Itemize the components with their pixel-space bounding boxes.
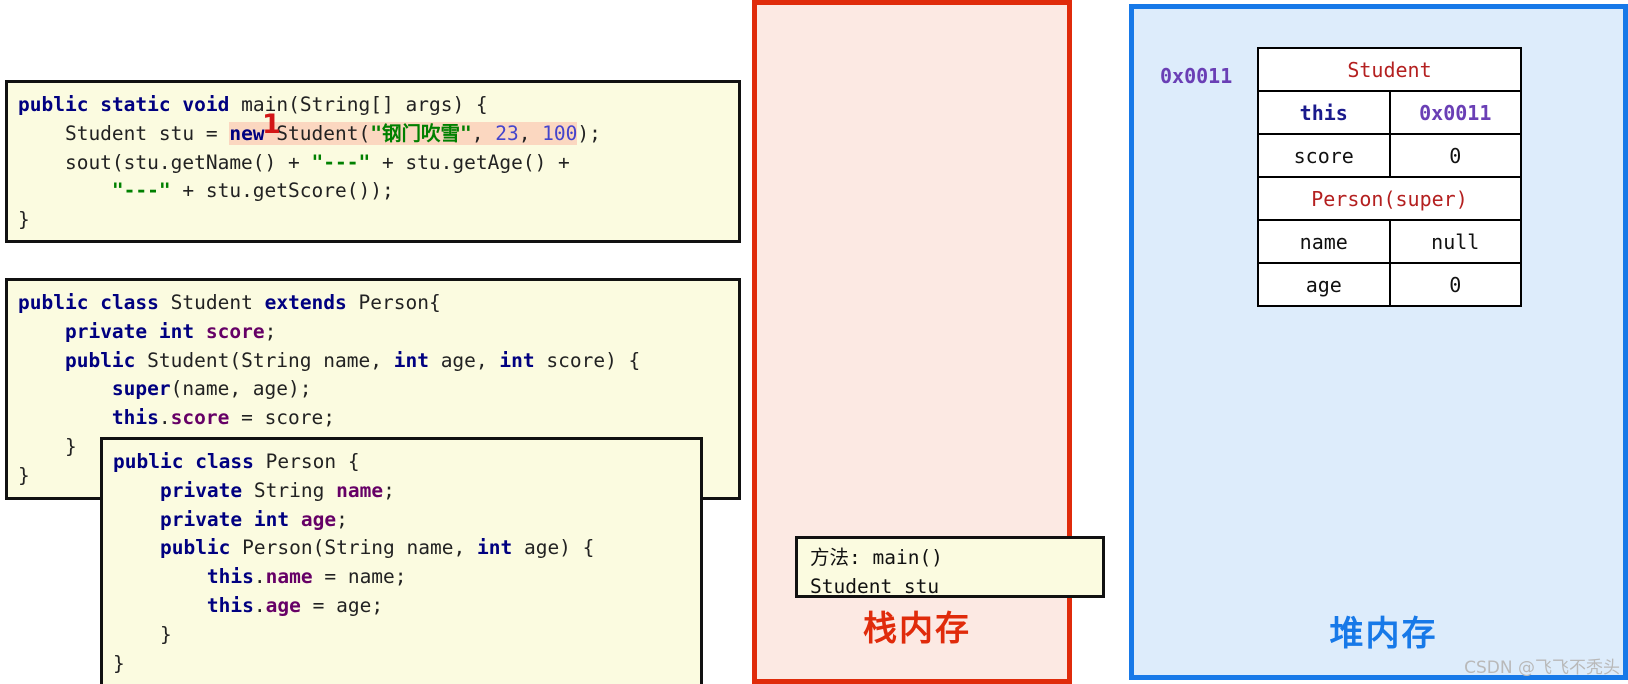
heap-memory-panel: 0x0011 Student this 0x0011 score 0 Perso… [1129,4,1628,680]
code-line: } [18,434,77,458]
stack-memory-panel: 方法: main() Student stu 栈内存 [752,0,1105,684]
stack-memory-label: 栈内存 [863,609,971,649]
code-line: public Student(String name, int age, int… [64,348,641,372]
code-line: public static void main(String[] args) { [18,93,488,116]
field-value-name: null [1388,219,1522,264]
code-line: private int age; [159,507,348,531]
field-key-score: score [1257,133,1391,178]
main-method-code-block: public static void main(String[] args) {… [5,80,741,243]
code-line: } [18,208,30,232]
code-line: super(name, age); [111,377,312,401]
code-line: private int score; [64,319,277,343]
code-line: Student stu = new Student("钢门吹雪", 23, 10… [18,121,601,145]
code-line: "---" + stu.getScore()); [111,179,394,203]
field-key-name: name [1257,219,1391,264]
code-line: public class Person { [113,450,360,473]
table-row: age 0 [1257,262,1522,307]
code-line: public class Student extends Person{ [18,291,441,314]
code-line: this.score = score; [111,406,336,430]
table-row-super-title: Person(super) [1257,176,1522,221]
heap-object-address: 0x0011 [1160,64,1233,88]
table-row: this 0x0011 [1257,90,1522,135]
step-1-marker: 1 [262,109,281,140]
table-row: name null [1257,219,1522,264]
super-type-title: Person(super) [1257,176,1522,221]
field-value-age: 0 [1388,262,1522,307]
heap-memory-label: 堆内存 [1329,614,1438,654]
field-value-score: 0 [1388,133,1522,178]
diagram-canvas: public static void main(String[] args) {… [0,0,1628,684]
field-key-this: this [1257,90,1391,135]
person-class-code-block: public class Person { private String nam… [100,437,703,684]
code-line: this.name = name; [206,565,407,589]
stack-frame-main: 方法: main() Student stu [795,536,1105,598]
field-key-age: age [1257,262,1391,307]
table-row-title: Student [1257,47,1522,92]
csdn-watermark: CSDN @飞飞不秃头 [1464,658,1620,678]
stack-frame-variable: Student stu [810,575,940,598]
code-line: sout(stu.getName() + "---" + stu.getAge(… [18,150,570,174]
stack-frame-method: 方法: main() [810,546,943,569]
code-line: } [113,622,172,646]
field-value-this: 0x0011 [1388,90,1522,135]
table-row: score 0 [1257,133,1522,178]
code-line: } [113,651,125,675]
code-line: public Person(String name, int age) { [159,536,595,560]
code-line: this.age = age; [206,593,384,617]
heap-object-table: Student this 0x0011 score 0 Person(super… [1257,47,1522,307]
object-type-title: Student [1257,47,1522,92]
code-line: private String name; [159,478,395,502]
code-line: } [18,463,30,487]
